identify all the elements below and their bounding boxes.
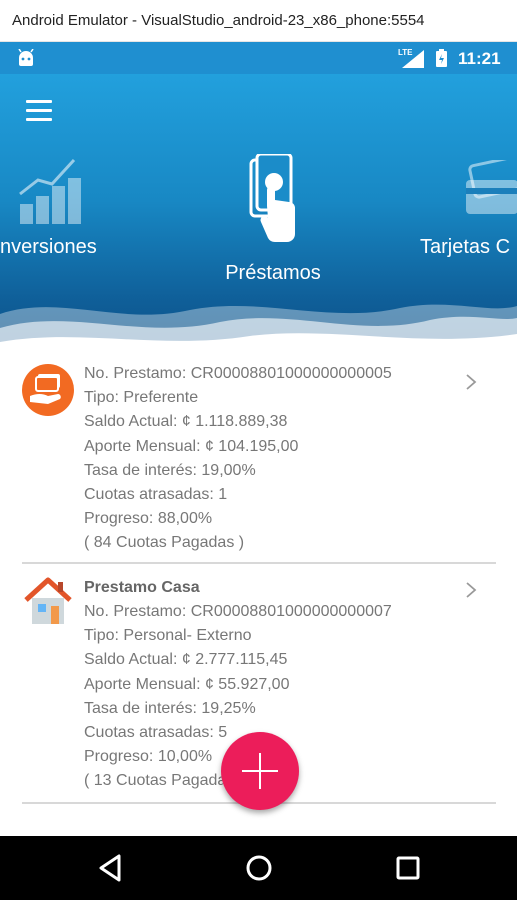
loan-progress: Progreso: 88,00% [84, 510, 213, 528]
category-prestamos[interactable]: Préstamos [200, 262, 346, 285]
recents-icon[interactable] [392, 852, 424, 884]
loan-type: Tipo: Preferente [84, 389, 199, 407]
loan-number: No. Prestamo: CR00008801000000000007 [84, 603, 392, 620]
loan-interest-rate: Tasa de interés: 19,00% [84, 461, 256, 479]
loan-monthly-payment: Aporte Mensual: ¢ 55.927,00 [84, 675, 290, 693]
header-waves [0, 304, 517, 356]
growth-chart-icon[interactable] [18, 156, 84, 226]
status-bar: LTE 11:21 [0, 42, 517, 74]
category-tarjetas[interactable]: Tarjetas C [420, 236, 517, 259]
chevron-right-icon[interactable] [464, 580, 478, 600]
credit-card-icon[interactable] [462, 160, 517, 220]
house-icon [24, 577, 72, 624]
category-inversiones[interactable]: nversiones [0, 236, 108, 259]
window-title: Android Emulator - VisualStudio_android-… [0, 0, 517, 42]
loan-balance: Saldo Actual: ¢ 2.777.115,45 [84, 651, 288, 669]
loan-title: Prestamo Casa [84, 579, 200, 596]
loan-paid-installments: ( 84 Cuotas Pagadas ) [84, 534, 245, 552]
category-header: nversiones Préstamos Tarjetas C [0, 74, 517, 356]
loan-monthly-payment: Aporte Mensual: ¢ 104.195,00 [84, 437, 299, 455]
clock: 11:21 [458, 49, 501, 68]
add-loan-button[interactable] [221, 732, 299, 810]
loan-interest-rate: Tasa de interés: 19,25% [84, 699, 256, 717]
loan-number: No. Prestamo: CR00008801000000000005 [84, 365, 392, 382]
loan-balance: Saldo Actual: ¢ 1.118.889,38 [84, 413, 288, 431]
loan-card[interactable]: No. Prestamo: CR00008801000000000005 Tip… [22, 362, 496, 564]
hamburger-menu-icon[interactable] [26, 100, 52, 122]
loan-overdue-installments: Cuotas atrasadas: 1 [84, 485, 228, 503]
chevron-right-icon[interactable] [464, 372, 478, 392]
back-icon[interactable] [95, 852, 127, 884]
home-icon[interactable] [243, 852, 275, 884]
battery-icon [436, 49, 447, 67]
hand-money-icon[interactable] [245, 154, 301, 250]
hand-money-orange-icon [22, 364, 74, 416]
navigation-bar [0, 836, 517, 900]
android-icon [18, 49, 34, 66]
loan-type: Tipo: Personal- Externo [84, 627, 252, 645]
lte-signal-icon [402, 50, 424, 68]
